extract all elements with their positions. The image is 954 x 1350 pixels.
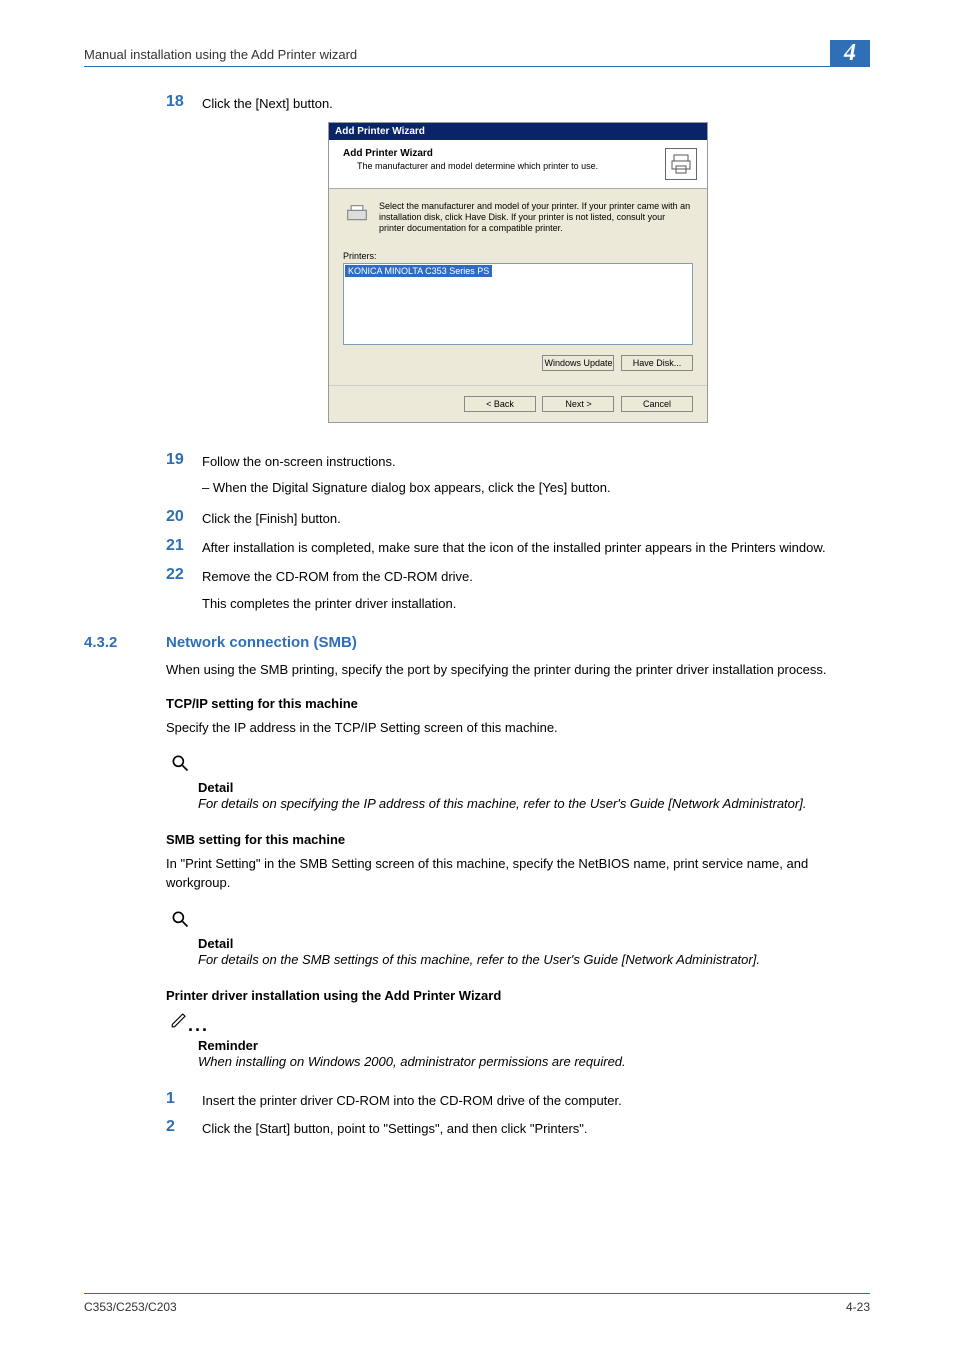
detail-label: Detail	[166, 780, 870, 795]
step-2: 2 Click the [Start] button, point to "Se…	[166, 1118, 870, 1139]
windows-update-button[interactable]: Windows Update	[542, 355, 614, 371]
chapter-number: 4	[830, 40, 870, 66]
smb-text: In "Print Setting" in the SMB Setting sc…	[166, 855, 870, 893]
magnifier-icon	[166, 753, 870, 778]
printers-listbox[interactable]: KONICA MINOLTA C353 Series PS	[343, 263, 693, 345]
step-text: Click the [Start] button, point to "Sett…	[202, 1118, 870, 1139]
step-19: 19 Follow the on-screen instructions.	[166, 451, 870, 472]
section-4-3-2: 4.3.2 Network connection (SMB)	[84, 634, 870, 651]
wizard-head-subtitle: The manufacturer and model determine whi…	[343, 159, 665, 171]
step-text: After installation is completed, make su…	[202, 537, 870, 558]
detail-label: Detail	[166, 936, 870, 951]
step-text: Insert the printer driver CD-ROM into th…	[202, 1090, 870, 1111]
reminder-text: When installing on Windows 2000, adminis…	[166, 1053, 870, 1072]
cancel-button[interactable]: Cancel	[621, 396, 693, 412]
reminder-note: ... Reminder When installing on Windows …	[166, 1011, 870, 1072]
pencil-icon: ...	[166, 1011, 870, 1036]
section-number: 4.3.2	[84, 634, 166, 651]
step-number: 18	[166, 93, 202, 114]
step-text: Follow the on-screen instructions.	[202, 451, 870, 472]
detail-text: For details on the SMB settings of this …	[166, 951, 870, 970]
wizard-titlebar: Add Printer Wizard	[329, 123, 707, 140]
section-intro: When using the SMB printing, specify the…	[166, 661, 870, 680]
printer-icon	[665, 148, 697, 180]
driver-install-heading: Printer driver installation using the Ad…	[166, 988, 870, 1003]
footer-model: C353/C253/C203	[84, 1300, 177, 1314]
footer-page: 4-23	[846, 1300, 870, 1314]
completion-text: This completes the printer driver instal…	[166, 595, 870, 614]
header-title: Manual installation using the Add Printe…	[84, 47, 830, 62]
step-1: 1 Insert the printer driver CD-ROM into …	[166, 1090, 870, 1111]
step-text: Click the [Next] button.	[202, 93, 870, 114]
step-18: 18 Click the [Next] button.	[166, 93, 870, 114]
detail-text: For details on specifying the IP address…	[166, 795, 870, 814]
tcpip-heading: TCP/IP setting for this machine	[166, 696, 870, 711]
page-header: Manual installation using the Add Printe…	[84, 40, 870, 67]
back-button[interactable]: < Back	[464, 396, 536, 412]
step-number: 19	[166, 451, 202, 472]
step-number: 1	[166, 1090, 202, 1111]
step-number: 2	[166, 1118, 202, 1139]
step-number: 20	[166, 508, 202, 529]
page-footer: C353/C253/C203 4-23	[84, 1293, 870, 1314]
reminder-label: Reminder	[166, 1038, 870, 1053]
section-title: Network connection (SMB)	[166, 634, 357, 651]
tcpip-text: Specify the IP address in the TCP/IP Set…	[166, 719, 870, 738]
step-21: 21 After installation is completed, make…	[166, 537, 870, 558]
step-22: 22 Remove the CD-ROM from the CD-ROM dri…	[166, 566, 870, 587]
wizard-body: Select the manufacturer and model of you…	[329, 189, 707, 385]
printers-label: Printers:	[343, 251, 693, 261]
detail-note: Detail For details on specifying the IP …	[166, 753, 870, 814]
step-text: Click the [Finish] button.	[202, 508, 870, 529]
smb-heading: SMB setting for this machine	[166, 832, 870, 847]
wizard-instruction: Select the manufacturer and model of you…	[379, 201, 693, 235]
have-disk-button[interactable]: Have Disk...	[621, 355, 693, 371]
add-printer-wizard-dialog: Add Printer Wizard Add Printer Wizard Th…	[328, 122, 708, 423]
detail-note: Detail For details on the SMB settings o…	[166, 909, 870, 970]
next-button[interactable]: Next >	[542, 396, 614, 412]
magnifier-icon	[166, 909, 870, 934]
printer-list-item[interactable]: KONICA MINOLTA C353 Series PS	[345, 265, 492, 277]
step-20: 20 Click the [Finish] button.	[166, 508, 870, 529]
wizard-header: Add Printer Wizard The manufacturer and …	[329, 140, 707, 189]
step-text: Remove the CD-ROM from the CD-ROM drive.	[202, 566, 870, 587]
step-number: 21	[166, 537, 202, 558]
step-19-sub: When the Digital Signature dialog box ap…	[166, 479, 870, 498]
printer-small-icon	[343, 201, 371, 229]
wizard-head-title: Add Printer Wizard	[343, 148, 665, 159]
step-number: 22	[166, 566, 202, 587]
